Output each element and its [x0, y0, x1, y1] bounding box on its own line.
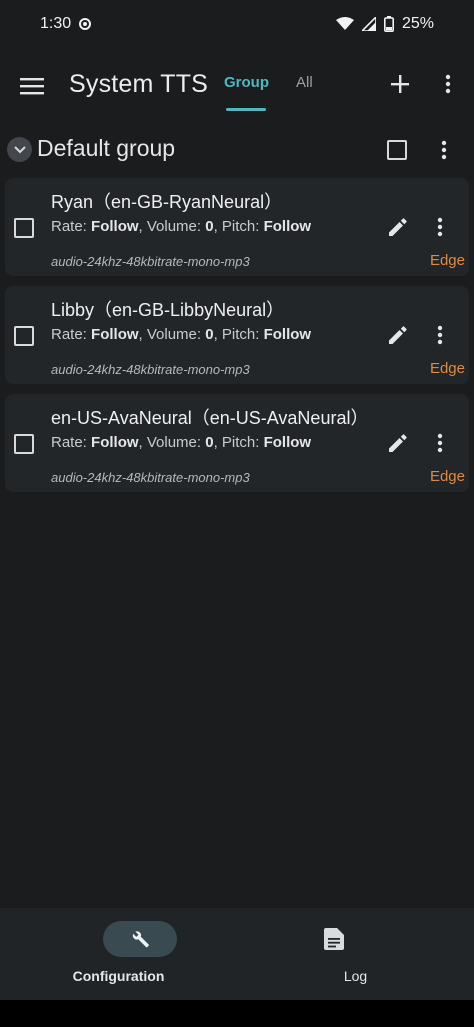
status-time: 1:30 — [40, 15, 72, 32]
status-left: 1:30 — [40, 15, 92, 33]
voice-card[interactable]: en-US-AvaNeural（en-US-AvaNeural） Rate: F… — [5, 394, 469, 492]
rate-value: Follow — [91, 218, 139, 235]
battery-icon — [383, 16, 394, 32]
top-app-bar: System TTS Group All — [0, 56, 474, 116]
audio-format: audio-24khz-48kbitrate-mono-mp3 — [51, 362, 250, 377]
audio-format: audio-24khz-48kbitrate-mono-mp3 — [51, 254, 250, 269]
gesture-navigation-area — [0, 1000, 474, 1027]
voice-params: Rate: Follow, Volume: 0, Pitch: Follow — [51, 434, 311, 451]
voice-params: Rate: Follow, Volume: 0, Pitch: Follow — [51, 218, 311, 235]
nav-active-pill — [103, 921, 177, 957]
audio-format: audio-24khz-48kbitrate-mono-mp3 — [51, 470, 250, 485]
voice-card[interactable]: Ryan（en-GB-RyanNeural） Rate: Follow, Vol… — [5, 178, 469, 276]
voice-params: Rate: Follow, Volume: 0, Pitch: Follow — [51, 326, 311, 343]
edit-pencil-icon[interactable] — [383, 320, 413, 350]
voice-checkbox[interactable] — [14, 326, 34, 346]
more-vert-icon[interactable] — [428, 212, 452, 242]
voice-title: en-US-AvaNeural（en-US-AvaNeural） — [51, 408, 369, 428]
more-vert-icon[interactable] — [428, 320, 452, 350]
tab-group[interactable]: Group — [224, 74, 269, 91]
pitch-value: Follow — [263, 326, 312, 343]
battery-percent: 25% — [401, 15, 434, 32]
app-screen: 1:30 25% System TTS Group All Default gr… — [0, 0, 474, 1027]
cell-signal-icon — [361, 17, 376, 31]
group-header[interactable]: Default group — [0, 128, 474, 172]
volume-value: 0 — [205, 218, 214, 235]
page-title: System TTS — [69, 70, 209, 98]
chevron-down-icon[interactable] — [7, 137, 32, 162]
group-more-vert-icon[interactable] — [434, 138, 454, 162]
voice-checkbox[interactable] — [14, 434, 34, 454]
more-vert-icon[interactable] — [438, 72, 458, 96]
rate-value: Follow — [91, 326, 139, 343]
voice-title: Libby（en-GB-LibbyNeural） — [51, 300, 285, 320]
voice-checkbox[interactable] — [14, 218, 34, 238]
more-vert-icon[interactable] — [428, 428, 452, 458]
volume-label: , Volume: — [138, 218, 206, 235]
volume-label: , Volume: — [138, 434, 206, 451]
engine-label: Edge — [429, 468, 465, 485]
volume-label: , Volume: — [138, 326, 206, 343]
nav-label-log: Log — [343, 968, 368, 984]
voice-title: Ryan（en-GB-RyanNeural） — [51, 192, 283, 212]
wifi-icon — [335, 17, 354, 30]
group-name: Default group — [37, 135, 176, 161]
status-right: 25% — [335, 15, 434, 33]
volume-value: 0 — [205, 434, 214, 451]
edit-pencil-icon[interactable] — [383, 428, 413, 458]
voice-card[interactable]: Libby（en-GB-LibbyNeural） Rate: Follow, V… — [5, 286, 469, 384]
bottom-navigation: Configuration Log — [0, 908, 474, 1000]
pitch-label: , Pitch: — [213, 434, 264, 451]
edit-pencil-icon[interactable] — [383, 212, 413, 242]
nav-label-configuration: Configuration — [72, 968, 165, 984]
wrench-icon — [132, 931, 149, 948]
pitch-value: Follow — [263, 218, 312, 235]
pitch-label: , Pitch: — [213, 326, 264, 343]
tab-all[interactable]: All — [296, 74, 313, 91]
tab-indicator — [226, 108, 266, 111]
rate-label: Rate: — [51, 218, 92, 235]
status-bar: 1:30 25% — [0, 0, 474, 48]
rate-label: Rate: — [51, 326, 92, 343]
add-icon[interactable] — [388, 72, 412, 96]
rate-value: Follow — [91, 434, 139, 451]
rate-label: Rate: — [51, 434, 92, 451]
menu-icon[interactable] — [18, 72, 46, 100]
group-checkbox[interactable] — [387, 140, 407, 160]
pitch-label: , Pitch: — [213, 218, 264, 235]
document-icon — [322, 927, 346, 951]
pitch-value: Follow — [263, 434, 312, 451]
nav-item-configuration[interactable]: Configuration — [0, 908, 237, 1000]
engine-label: Edge — [429, 360, 465, 377]
volume-value: 0 — [205, 326, 214, 343]
engine-label: Edge — [429, 252, 465, 269]
screen-record-icon — [79, 18, 92, 30]
nav-item-log[interactable]: Log — [237, 908, 474, 1000]
